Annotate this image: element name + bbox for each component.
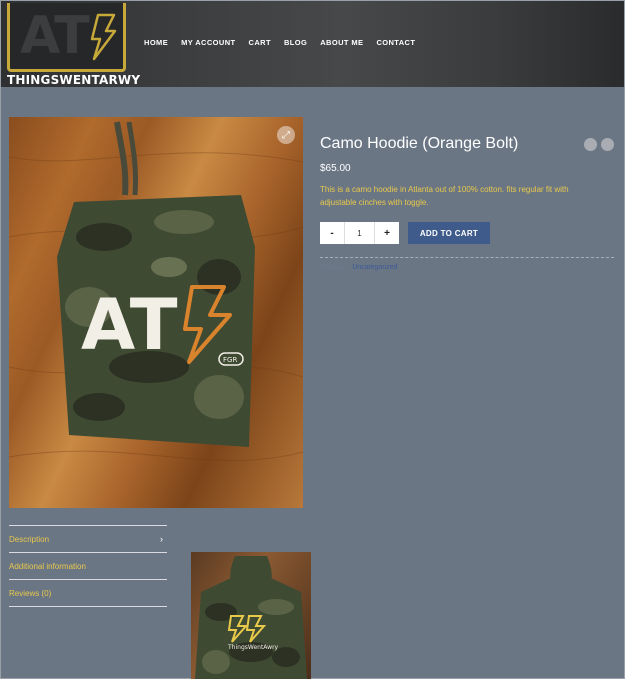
nav-home[interactable]: HOME xyxy=(144,38,168,47)
logo[interactable]: AT xyxy=(7,3,126,72)
logo-mark: AT xyxy=(20,6,90,66)
product-price: $65.00 xyxy=(320,163,351,174)
add-to-cart-button[interactable]: ADD TO CART xyxy=(408,222,490,244)
site-name[interactable]: THINGSWENTARWY xyxy=(7,73,140,87)
chevron-right-icon: › xyxy=(160,534,163,544)
site-header: AT THINGSWENTARWY HOME MY ACCOUNT CART B… xyxy=(1,1,624,87)
category-label: Category: xyxy=(320,264,351,271)
prev-product-icon[interactable] xyxy=(584,138,597,151)
category-link[interactable]: Uncategorized xyxy=(352,264,397,271)
qty-increase-button[interactable]: + xyxy=(375,222,399,244)
hoodie-back-photo: ThingsWentAwry xyxy=(195,556,307,679)
qty-decrease-button[interactable]: - xyxy=(320,222,344,244)
tab-description[interactable]: Description › xyxy=(9,525,167,552)
product-thumbnail[interactable]: ThingsWentAwry xyxy=(191,552,311,679)
product-title: Camo Hoodie (Orange Bolt) xyxy=(320,135,519,152)
tab-reviews[interactable]: Reviews (0) xyxy=(9,579,167,607)
hoodie-print-at: AT xyxy=(81,284,178,366)
main-nav: HOME MY ACCOUNT CART BLOG ABOUT ME CONTA… xyxy=(144,38,428,47)
tab-description-label: Description xyxy=(9,534,50,544)
product-nav xyxy=(584,138,614,151)
quantity-input[interactable]: 1 xyxy=(344,222,375,244)
tab-reviews-label: Reviews (0) xyxy=(9,588,52,598)
quantity-stepper: - 1 + xyxy=(320,222,399,244)
product-description: This is a camo hoodie in Atlanta out of … xyxy=(320,185,569,207)
thumb-print-text: ThingsWentAwry xyxy=(227,644,279,651)
product-tabs: Description › Additional information Rev… xyxy=(9,525,167,607)
bolt-icon xyxy=(90,13,117,61)
nav-contact[interactable]: CONTACT xyxy=(376,38,415,47)
product-main-image[interactable]: AT FGR xyxy=(9,117,303,508)
hoodie-photo: AT FGR xyxy=(9,121,303,461)
tab-additional-information[interactable]: Additional information xyxy=(9,552,167,579)
divider xyxy=(320,257,614,258)
hoodie-print-tag: FGR xyxy=(223,356,237,364)
nav-my-account[interactable]: MY ACCOUNT xyxy=(181,38,235,47)
nav-blog[interactable]: BLOG xyxy=(284,38,307,47)
next-product-icon[interactable] xyxy=(601,138,614,151)
product-meta: Category: Uncategorized xyxy=(320,264,397,271)
nav-about-me[interactable]: ABOUT ME xyxy=(320,38,363,47)
tab-additional-information-label: Additional information xyxy=(9,561,86,571)
magnify-icon[interactable]: ⤢ xyxy=(277,126,295,144)
nav-cart[interactable]: CART xyxy=(249,38,271,47)
